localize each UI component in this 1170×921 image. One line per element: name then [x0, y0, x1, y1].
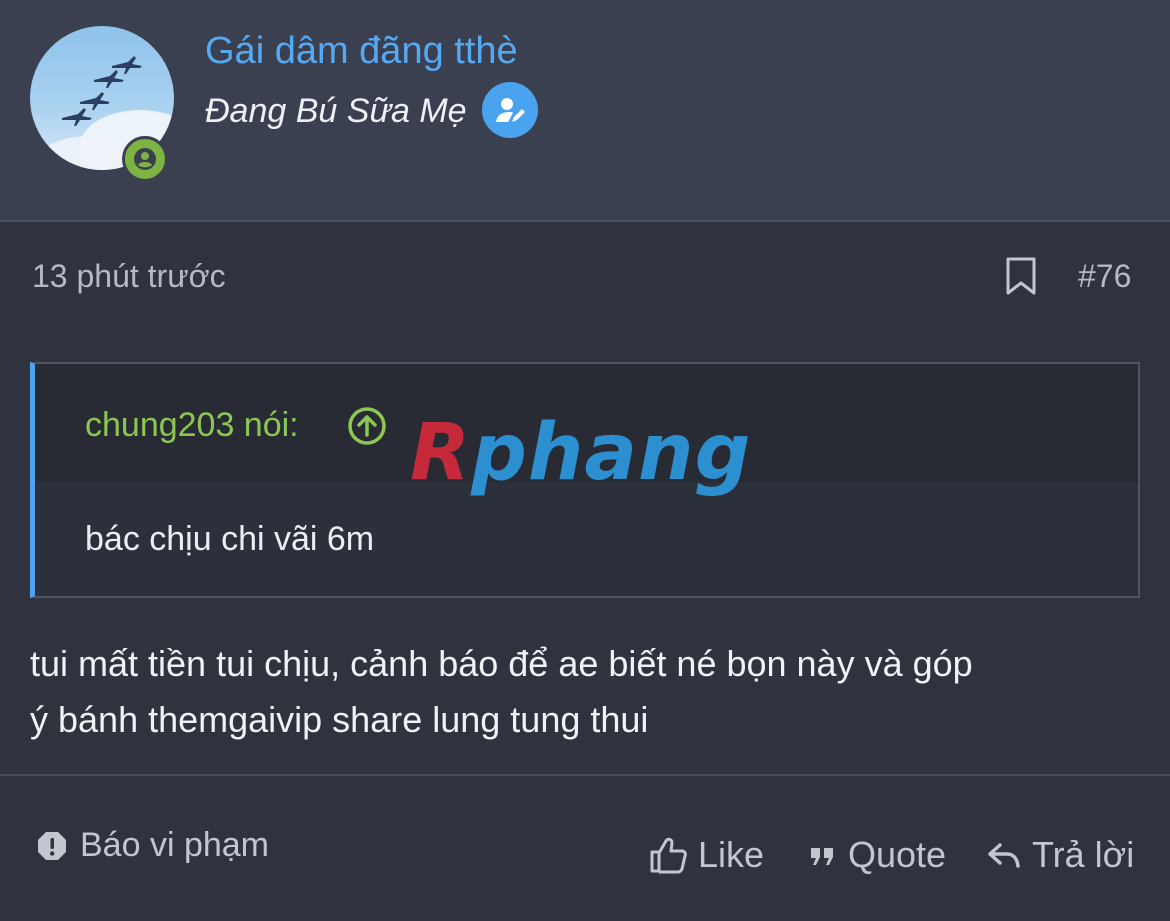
watermark-first-letter: R: [410, 408, 472, 498]
user-header: Gái dâm đãng tthè Đang Bú Sữa Mẹ: [0, 0, 1170, 222]
reply-label: Trả lời: [1032, 834, 1135, 875]
report-label: Báo vi phạm: [80, 826, 269, 864]
quote-text: bác chịu chi vãi 6m: [85, 520, 375, 558]
bookmark-icon[interactable]: [1004, 256, 1038, 301]
user-title: Đang Bú Sữa Mẹ: [205, 92, 467, 130]
post-body-line: tui mất tiền tui chịu, cảnh báo để ae bi…: [30, 643, 973, 684]
username-link[interactable]: Gái dâm đãng tthè: [205, 30, 518, 73]
like-button[interactable]: Like: [648, 834, 764, 876]
site-watermark: Rphang: [410, 408, 751, 498]
quote-author[interactable]: chung203 nói:: [85, 406, 299, 445]
post-number[interactable]: #76: [1078, 258, 1131, 295]
user-online-icon: [122, 136, 168, 182]
quote-icon: [811, 848, 833, 865]
like-label: Like: [698, 834, 765, 875]
quote-button[interactable]: Quote: [808, 834, 946, 876]
reply-button[interactable]: Trả lời: [986, 834, 1134, 876]
user-edit-icon: [482, 82, 538, 138]
report-button[interactable]: Báo vi phạm: [36, 826, 269, 865]
post-timestamp[interactable]: 13 phút trước: [32, 258, 226, 295]
arrow-up-circle-icon[interactable]: [347, 406, 387, 451]
report-icon: [38, 831, 66, 860]
thumbs-up-icon: [650, 837, 687, 874]
footer-divider: [0, 774, 1170, 776]
watermark-rest: phang: [471, 408, 752, 498]
post-body: tui mất tiền tui chịu, cảnh báo để ae bi…: [30, 636, 1140, 748]
reply-icon: [988, 843, 1020, 868]
quote-label: Quote: [848, 834, 947, 875]
post-body-line: ý bánh themgaivip share lung tung thui: [30, 699, 649, 740]
